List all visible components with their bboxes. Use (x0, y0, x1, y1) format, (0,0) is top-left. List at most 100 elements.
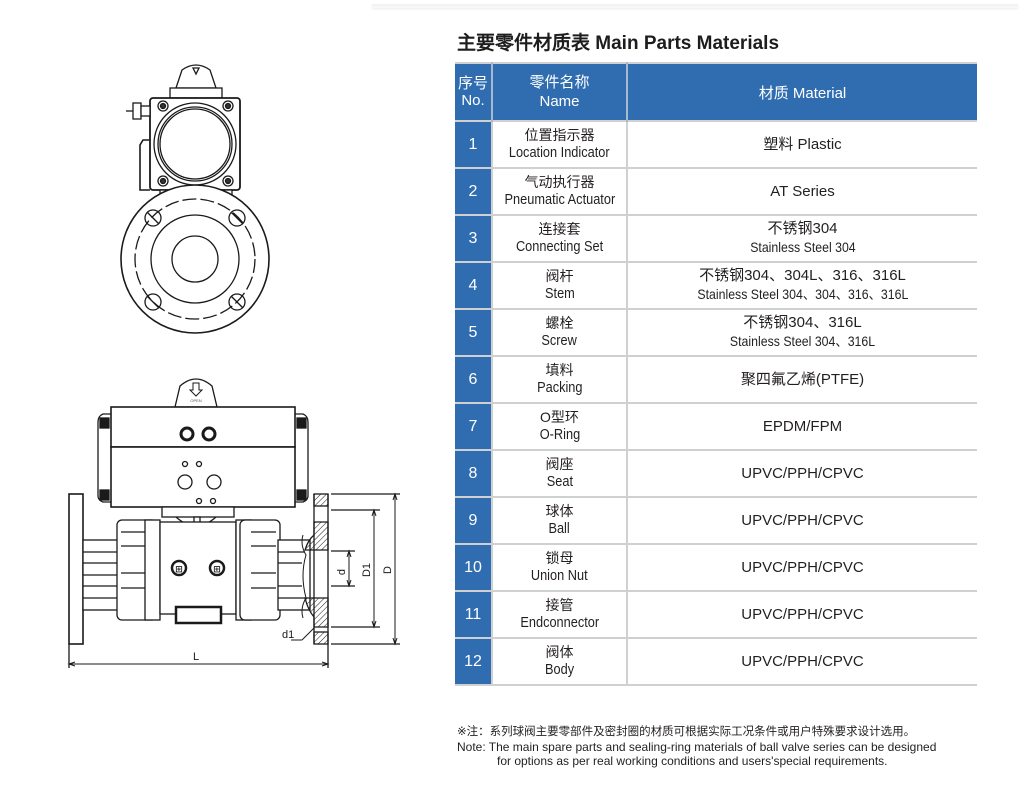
material-value-en: Stainless Steel 304 (749, 239, 856, 255)
material: 不锈钢304 Stainless Steel 304 (627, 215, 977, 262)
table-row: 8 阀座 Seat UPVC/PPH/CPVC (455, 450, 977, 497)
part-name-cn: 球体 (545, 503, 574, 519)
end-view (120, 64, 270, 334)
row-number: 3 (455, 215, 493, 262)
row-number: 1 (455, 121, 493, 168)
parts-materials-table: 序号 No. 零件名称 Name 材质 Material 1 位置指示器 Locat… (455, 62, 977, 686)
table-row: 5 螺栓 Screw 不锈钢304、316L Stainless Steel 304、3… (455, 309, 977, 356)
part-name: 连接套 Connecting Set (492, 215, 628, 262)
material-value: UPVC/PPH/CPVC (741, 464, 864, 482)
header-no-cn: 序号 (457, 75, 488, 92)
part-name-en: Packing (536, 380, 583, 396)
note-en-line2: for options as per real working conditio… (497, 754, 888, 768)
row-number: 8 (455, 450, 493, 497)
valve-drawing: OPEN ⊞ ⊞ L d1 d D1 D (67, 64, 400, 668)
row-number: 9 (455, 497, 493, 544)
dim-d-label: d (336, 569, 348, 575)
material-value: UPVC/PPH/CPVC (741, 558, 864, 576)
table-row: 6 填料 Packing 聚四氟乙烯(PTFE) (455, 356, 977, 403)
material: 不锈钢304、316L Stainless Steel 304、316L (627, 309, 977, 356)
material: 聚四氟乙烯(PTFE) (627, 356, 977, 403)
table-body: 1 位置指示器 Location Indicator 塑料 Plastic 2 气动执行器… (455, 121, 977, 685)
table-row: 2 气动执行器 Pneumatic Actuator AT Series (455, 168, 977, 215)
dim-L-label: L (193, 651, 199, 663)
material-value: 不锈钢304、304L、316、316L (699, 267, 906, 284)
material: 塑料 Plastic (627, 121, 977, 168)
row-number: 4 (455, 262, 493, 309)
table-row: 1 位置指示器 Location Indicator 塑料 Plastic (455, 121, 977, 168)
svg-text:OPEN: OPEN (190, 398, 201, 403)
front-view: OPEN ⊞ ⊞ (67, 378, 400, 668)
material: AT Series (627, 168, 977, 215)
material-value: 不锈钢304、316L (743, 314, 862, 331)
row-number: 12 (455, 638, 493, 685)
material: 不锈钢304、304L、316、316L Stainless Steel 304、… (627, 262, 977, 309)
part-name-cn: 气动执行器 (524, 174, 595, 190)
part-name-cn: 锁母 (545, 550, 574, 566)
part-name-en: Union Nut (531, 568, 588, 584)
note-en-line1: Note: The main spare parts and sealing-r… (457, 739, 937, 754)
part-name-cn: 螺栓 (545, 315, 574, 331)
table-row: 3 连接套 Connecting Set 不锈钢304 Stainless Steel … (455, 215, 977, 262)
part-name: 阀体 Body (492, 638, 628, 685)
material-value-en: Stainless Steel 304、304、316、316L (697, 286, 908, 302)
material: UPVC/PPH/CPVC (627, 544, 977, 591)
part-name-en: O-Ring (539, 427, 580, 443)
row-number: 2 (455, 168, 493, 215)
header-material: 材质 Material (627, 63, 977, 121)
material: UPVC/PPH/CPVC (627, 638, 977, 685)
header-no-en: No. (461, 92, 485, 109)
note-cn: ※注：系列球阀主要零部件及密封圈的材质可根据实际工况条件或用户特殊要求设计选用。 (457, 726, 916, 738)
footnote: ※注：系列球阀主要零部件及密封圈的材质可根据实际工况条件或用户特殊要求设计选用。… (457, 725, 936, 769)
row-number: 5 (455, 309, 493, 356)
material-value: 不锈钢304 (767, 220, 838, 237)
part-name-cn: 填料 (545, 362, 574, 378)
part-name-en: Location Indicator (509, 145, 610, 161)
part-name: 球体 Ball (492, 497, 628, 544)
table-row: 10 锁母 Union Nut UPVC/PPH/CPVC (455, 544, 977, 591)
part-name-cn: O型环 (540, 409, 579, 425)
material-value: UPVC/PPH/CPVC (741, 605, 864, 623)
header-name: 零件名称 Name (492, 63, 628, 121)
material-value: 聚四氟乙烯(PTFE) (740, 370, 865, 388)
svg-text:⊞: ⊞ (175, 564, 183, 574)
dim-D-label: D (382, 566, 394, 574)
dim-D1-label: D1 (361, 563, 373, 577)
material-value: UPVC/PPH/CPVC (741, 511, 864, 529)
table-row: 4 阀杆 Stem 不锈钢304、304L、316、316L Stainless Ste… (455, 262, 977, 309)
material: UPVC/PPH/CPVC (627, 450, 977, 497)
material: UPVC/PPH/CPVC (627, 591, 977, 638)
top-divider (372, 4, 1018, 8)
part-name-en: Connecting Set (515, 239, 604, 255)
part-name: 填料 Packing (492, 356, 628, 403)
part-name-en: Ball (548, 521, 571, 537)
dim-d1-label: d1 (282, 629, 294, 641)
material: EPDM/FPM (627, 403, 977, 450)
material-value: UPVC/PPH/CPVC (741, 652, 864, 670)
material-value: EPDM/FPM (762, 417, 843, 435)
part-name-en: Endconnector (520, 615, 599, 631)
material-value: AT Series (770, 182, 835, 200)
part-name-en: Stem (544, 286, 575, 302)
part-name: 螺栓 Screw (492, 309, 628, 356)
row-number: 6 (455, 356, 493, 403)
material-value: 塑料 Plastic (763, 135, 842, 153)
part-name-en: Body (544, 662, 575, 678)
part-name: 接管 Endconnector (492, 591, 628, 638)
material: UPVC/PPH/CPVC (627, 497, 977, 544)
part-name: 位置指示器 Location Indicator (492, 121, 628, 168)
part-name-en: Seat (546, 474, 573, 490)
part-name-cn: 阀体 (545, 644, 574, 660)
table-header-row: 序号 No. 零件名称 Name 材质 Material (455, 63, 977, 121)
part-name: O型环 O-Ring (492, 403, 628, 450)
part-name-cn: 连接套 (538, 221, 581, 237)
part-name: 阀杆 Stem (492, 262, 628, 309)
svg-text:⊞: ⊞ (213, 564, 221, 574)
row-number: 11 (455, 591, 493, 638)
row-number: 10 (455, 544, 493, 591)
part-name: 锁母 Union Nut (492, 544, 628, 591)
table-row: 11 接管 Endconnector UPVC/PPH/CPVC (455, 591, 977, 638)
part-name-en: Pneumatic Actuator (504, 192, 615, 208)
row-number: 7 (455, 403, 493, 450)
header-name-en: Name (539, 93, 580, 110)
